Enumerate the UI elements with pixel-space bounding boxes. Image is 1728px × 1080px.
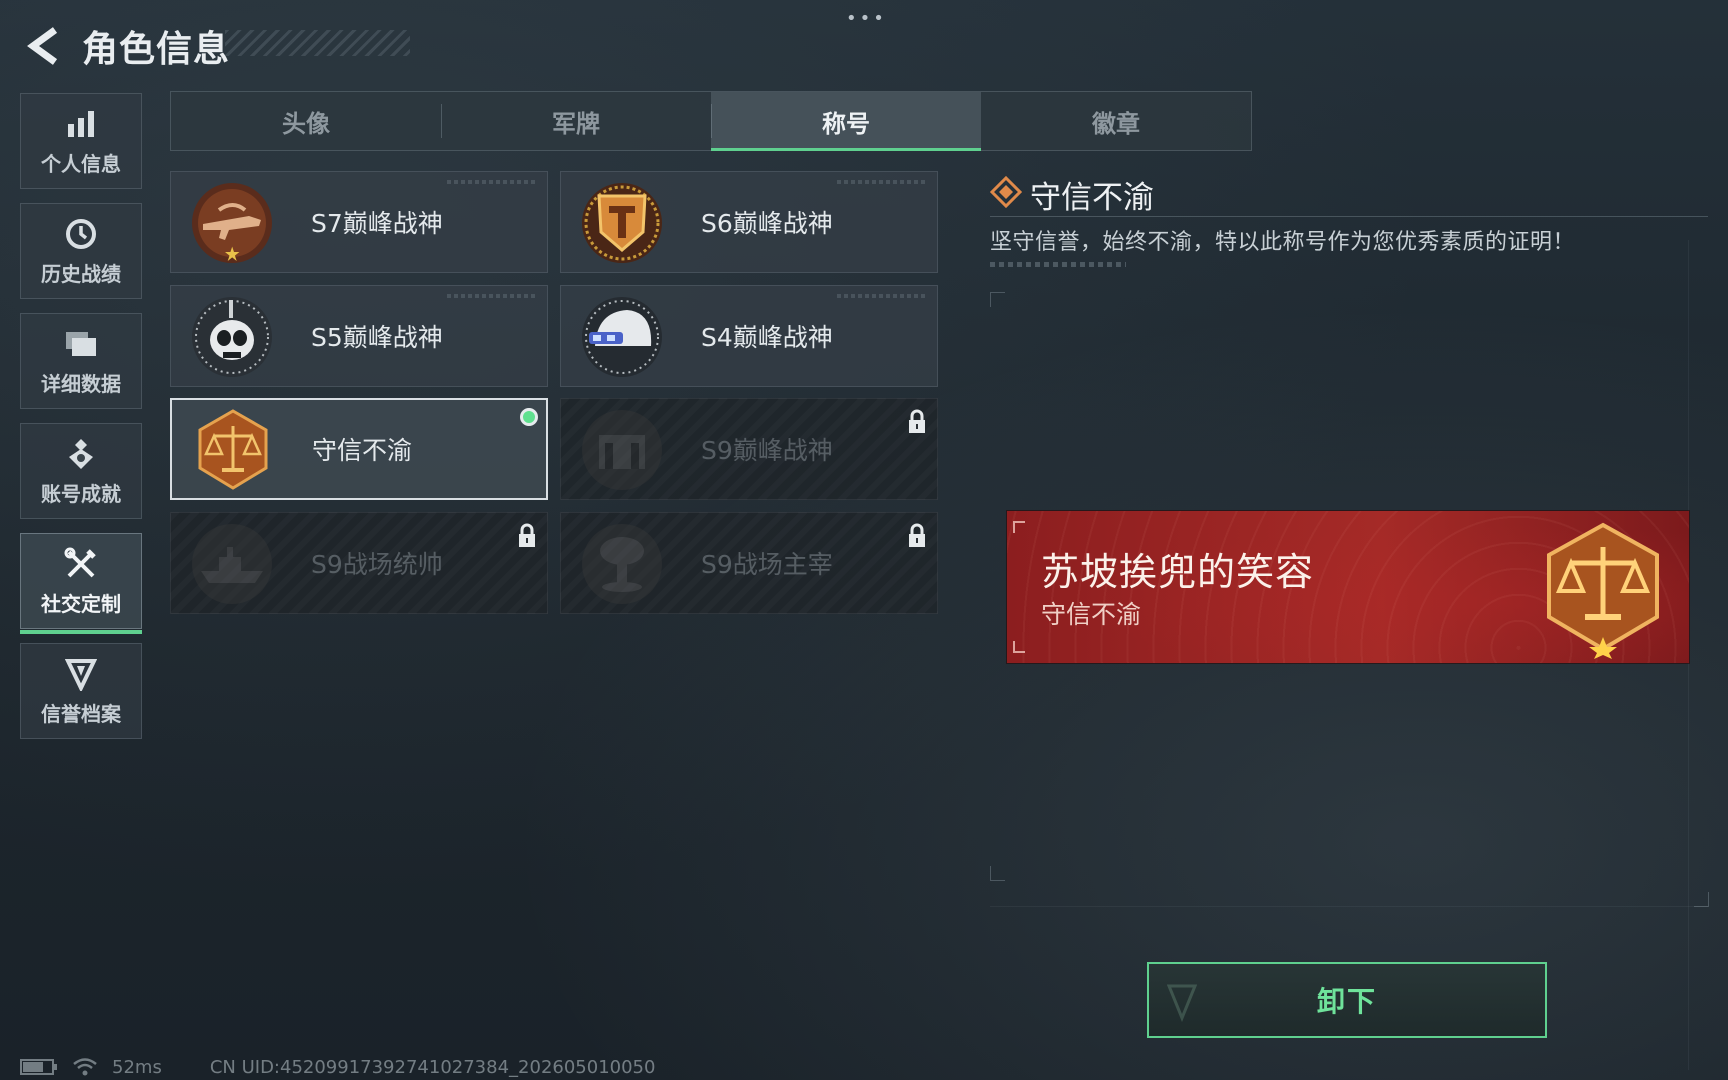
page-title: 角色信息 [82, 29, 231, 70]
game-screen: { "header": { "title": "角色信息", "more_gly… [0, 0, 1728, 1080]
sidebar-item-history[interactable]: 历史战绩 [20, 203, 142, 299]
shield-t-emblem-icon [582, 183, 662, 263]
title-card-label: 守信不渝 [312, 436, 413, 465]
sidebar-item-label: 账号成就 [41, 481, 121, 506]
card-scan-decoration [837, 294, 927, 298]
folder-icon [63, 326, 99, 362]
title-card-s9-commander[interactable]: S9战场统帅 [170, 512, 548, 614]
banner-corner [1013, 641, 1025, 653]
banner-title: 守信不渝 [1041, 600, 1142, 629]
status-bar: 52ms CN UID:4520991739274102​7384_202605… [20, 1056, 669, 1078]
button-watermark-icon [1167, 984, 1197, 1022]
title-card-label: S4巅峰战神 [701, 323, 833, 352]
sidebar-item-label: 社交定制 [41, 591, 121, 616]
title-card-label: S9巅峰战神 [701, 436, 833, 465]
title-card-label: S9战场主宰 [701, 550, 833, 579]
sidebar-item-credit-record[interactable]: 信誉档案 [20, 643, 142, 739]
lock-icon [909, 523, 925, 547]
unequip-button-label: 卸下 [1316, 985, 1377, 1018]
helmet-emblem-icon [582, 297, 662, 377]
back-arrow-icon [27, 27, 58, 65]
lock-icon [909, 409, 925, 433]
wifi-icon [72, 1057, 98, 1077]
more-menu-icon[interactable]: ••• [846, 8, 887, 29]
title-card-label: S6巅峰战神 [701, 209, 833, 238]
unequip-button[interactable]: 卸下 [1147, 962, 1547, 1038]
tab-badge[interactable]: 徽章 [981, 92, 1251, 150]
scales-emblem-icon [198, 409, 268, 490]
sidebar-item-label: 个人信息 [41, 151, 121, 176]
card-scan-decoration [837, 180, 927, 184]
title-card-s6[interactable]: S6巅峰战神 [560, 171, 938, 273]
detail-title: 守信不渝 [1030, 180, 1154, 216]
sidebar-item-achievements[interactable]: 账号成就 [20, 423, 142, 519]
card-scan-decoration [447, 180, 537, 184]
title-card-s7[interactable]: S7巅峰战神 [170, 171, 548, 273]
rifle-emblem-icon [192, 183, 272, 263]
detail-divider [990, 216, 1708, 217]
warship-emblem-icon [192, 524, 272, 604]
tab-avatar[interactable]: 头像 [171, 92, 441, 150]
title-card-s9-dominator[interactable]: S9战场主宰 [560, 512, 938, 614]
bar-chart-icon [63, 106, 99, 142]
tab-dog-tag[interactable]: 军牌 [441, 92, 711, 150]
diamond-title-icon [990, 176, 1022, 208]
uid-text: CN UID:4520991739274102​7384_20260501005… [209, 1056, 656, 1078]
detail-scan-decoration [990, 262, 1126, 267]
detail-description: 坚守信誉，始终不渝，特以此称号作为您优秀素质的证明！ [990, 230, 1576, 255]
card-scan-decoration [447, 294, 537, 298]
back-button[interactable] [20, 24, 68, 68]
sidebar-item-label: 历史战绩 [41, 261, 121, 286]
banner-player-name: 苏坡挨兜的笑容 [1041, 550, 1315, 594]
mushroom-cloud-emblem-icon [582, 524, 662, 604]
tab-title[interactable]: 称号 [711, 92, 981, 151]
credit-shield-icon [63, 656, 99, 692]
equipped-indicator-icon [520, 408, 538, 426]
sidebar-item-detailed-data[interactable]: 详细数据 [20, 313, 142, 409]
title-banner-preview: 苏坡挨兜的笑容 守信不渝 [1007, 511, 1689, 663]
battery-icon [20, 1058, 58, 1076]
sidebar-item-label: 详细数据 [41, 371, 121, 396]
banner-corner [1013, 521, 1025, 533]
ping-value: 52ms [112, 1056, 162, 1078]
title-card-trustworthy[interactable]: 守信不渝 [170, 398, 548, 500]
tools-icon [63, 546, 99, 582]
title-card-s5[interactable]: S5巅峰战神 [170, 285, 548, 387]
title-card-label: S7巅峰战神 [311, 209, 443, 238]
skull-mask-emblem-icon [192, 297, 272, 377]
lock-icon [519, 523, 535, 547]
title-card-s9-peak[interactable]: S9巅峰战神 [560, 398, 938, 500]
fortress-emblem-icon [582, 410, 662, 490]
history-clock-icon [63, 216, 99, 252]
title-card-label: S5巅峰战神 [311, 323, 443, 352]
sidebar-item-social-custom[interactable]: 社交定制 [20, 533, 142, 634]
sidebar-item-personal-info[interactable]: 个人信息 [20, 93, 142, 189]
title-card-s4[interactable]: S4巅峰战神 [560, 285, 938, 387]
tab-bar: 头像 军牌 称号 徽章 [170, 91, 1252, 151]
scales-emblem-icon [1547, 522, 1659, 659]
sidebar-item-label: 信誉档案 [41, 701, 121, 726]
title-card-label: S9战场统帅 [311, 550, 443, 579]
medal-icon [63, 436, 99, 472]
title-hatch-decoration [225, 30, 410, 56]
